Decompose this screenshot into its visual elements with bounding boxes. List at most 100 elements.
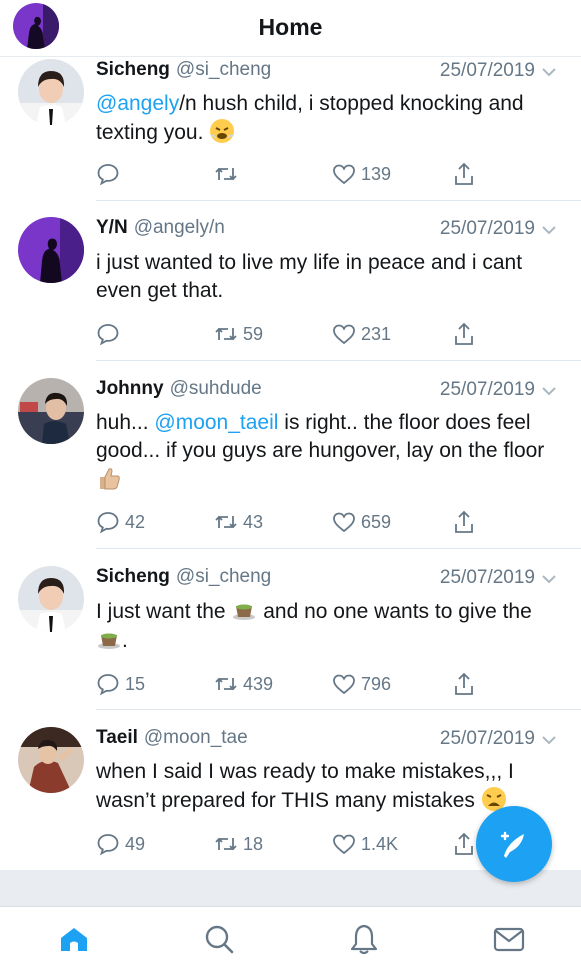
chevron-down-icon[interactable]	[541, 64, 557, 80]
top-bar: Home	[0, 0, 581, 57]
retweet-count: 43	[243, 511, 264, 532]
heart-icon	[333, 834, 355, 855]
share-icon	[455, 672, 473, 695]
like-button[interactable]: 139	[332, 159, 391, 189]
compose-feather-icon	[500, 831, 524, 858]
tweet-card[interactable]: Y/N @angely/n 25/07/2019 i just wanted to…	[0, 201, 581, 361]
tab-home[interactable]	[57, 922, 91, 956]
page-title: Home	[258, 14, 323, 40]
author-name: Y/N	[96, 217, 128, 238]
tweet-actions: 49 18 1.4K	[96, 829, 496, 859]
messages-icon	[493, 927, 525, 952]
tweet-actions: 139	[96, 159, 496, 189]
reply-icon	[97, 324, 119, 346]
tweet-card[interactable]: Sicheng @si_cheng 25/07/2019 @angely/n hu…	[0, 43, 581, 201]
tweet-text: when I said I was ready to make mistakes…	[96, 760, 514, 812]
tweet-text: i just wanted to live my life in peace a…	[96, 251, 523, 302]
author-handle: @suhdude	[169, 378, 262, 399]
like-count: 231	[361, 323, 392, 344]
mention-link[interactable]: @moon_taeil	[154, 411, 278, 434]
tweet-actions: 42 43 659	[96, 507, 496, 537]
share-button[interactable]	[452, 669, 476, 699]
share-icon	[455, 832, 473, 855]
tab-notifications[interactable]	[347, 922, 381, 956]
tweet-actions: 15 439 796	[96, 669, 496, 699]
chevron-down-icon[interactable]	[541, 222, 557, 238]
retweet-icon	[215, 327, 237, 341]
tweet-avatar[interactable]	[18, 566, 84, 632]
retweet-count: 59	[243, 323, 264, 344]
heart-icon	[333, 512, 355, 533]
tweet-card[interactable]: Johnny @suhdude 25/07/2019 huh... @moon_t…	[0, 361, 581, 549]
reply-button[interactable]: 15	[96, 669, 145, 699]
chevron-down-icon[interactable]	[541, 383, 557, 399]
reply-icon	[97, 512, 119, 534]
mention-link[interactable]: @angely	[96, 92, 179, 115]
like-count: 796	[361, 673, 392, 694]
reply-count: 49	[125, 833, 146, 854]
bottom-tab-bar	[0, 906, 581, 960]
share-icon	[455, 510, 473, 533]
retweet-button[interactable]: 59	[214, 319, 263, 349]
share-button[interactable]	[452, 319, 476, 349]
tweet-avatar[interactable]	[18, 378, 84, 444]
chevron-down-icon[interactable]	[541, 732, 557, 748]
chevron-down-icon[interactable]	[541, 571, 557, 587]
reply-icon	[97, 674, 119, 696]
notifications-icon	[350, 924, 378, 955]
like-button[interactable]: 1.4K	[332, 829, 398, 859]
like-button[interactable]: 659	[332, 507, 391, 537]
author-name: Sicheng	[96, 566, 170, 587]
tweet-avatar[interactable]	[18, 727, 84, 793]
heart-icon	[333, 674, 355, 695]
like-button[interactable]: 796	[332, 669, 391, 699]
tweet-actions: 59 231	[96, 319, 496, 349]
tweet-avatar[interactable]	[18, 217, 84, 283]
retweet-icon	[215, 515, 237, 529]
tweet-author[interactable]: Sicheng @si_cheng	[96, 566, 271, 588]
tweet-author[interactable]: Y/N @angely/n	[96, 217, 225, 239]
tab-search[interactable]	[202, 922, 236, 956]
compose-tweet-button[interactable]	[476, 806, 552, 882]
tweet-date: 25/07/2019	[439, 728, 535, 749]
search-icon	[205, 925, 234, 954]
share-button[interactable]	[452, 829, 476, 859]
reply-button[interactable]	[96, 159, 125, 189]
share-button[interactable]	[452, 507, 476, 537]
reply-count: 42	[125, 511, 146, 532]
heart-icon	[333, 164, 355, 185]
like-count: 659	[361, 511, 392, 532]
tweet-author[interactable]: Johnny @suhdude	[96, 378, 262, 400]
share-icon	[455, 322, 473, 345]
retweet-button[interactable]: 43	[214, 507, 263, 537]
tweet-card[interactable]: Sicheng @si_cheng 25/07/2019 I just want …	[0, 549, 581, 710]
tea-cup-emoji	[233, 604, 256, 620]
like-button[interactable]: 231	[332, 319, 391, 349]
retweet-count: 18	[243, 833, 264, 854]
retweet-count: 439	[243, 673, 274, 694]
retweet-button[interactable]: 439	[214, 669, 273, 699]
share-icon	[455, 162, 473, 185]
reply-button[interactable]: 49	[96, 829, 145, 859]
tab-messages[interactable]	[492, 922, 526, 956]
like-count: 1.4K	[361, 833, 399, 854]
tweet-author[interactable]: Taeil @moon_tae	[96, 727, 248, 749]
thumbs-up-emoji	[100, 468, 120, 490]
author-handle: @moon_tae	[143, 727, 248, 748]
reply-button[interactable]: 42	[96, 507, 145, 537]
reply-icon	[97, 164, 119, 186]
home-icon	[61, 928, 87, 951]
tweet-author[interactable]: Sicheng @si_cheng	[96, 59, 271, 81]
like-count: 139	[361, 163, 392, 184]
tweet-text: @angely/n hush child, i stopped knocking…	[96, 92, 524, 144]
reply-button[interactable]	[96, 319, 125, 349]
tweet-date: 25/07/2019	[439, 379, 535, 400]
share-button[interactable]	[452, 159, 476, 189]
author-name: Taeil	[96, 727, 138, 748]
tweet-avatar[interactable]	[18, 59, 84, 125]
retweet-button[interactable]	[214, 159, 243, 189]
retweet-button[interactable]: 18	[214, 829, 263, 859]
author-handle: @angely/n	[133, 217, 225, 238]
tweet-text: I just want the and no one wants to give…	[96, 597, 558, 655]
tweet-date: 25/07/2019	[439, 218, 535, 239]
